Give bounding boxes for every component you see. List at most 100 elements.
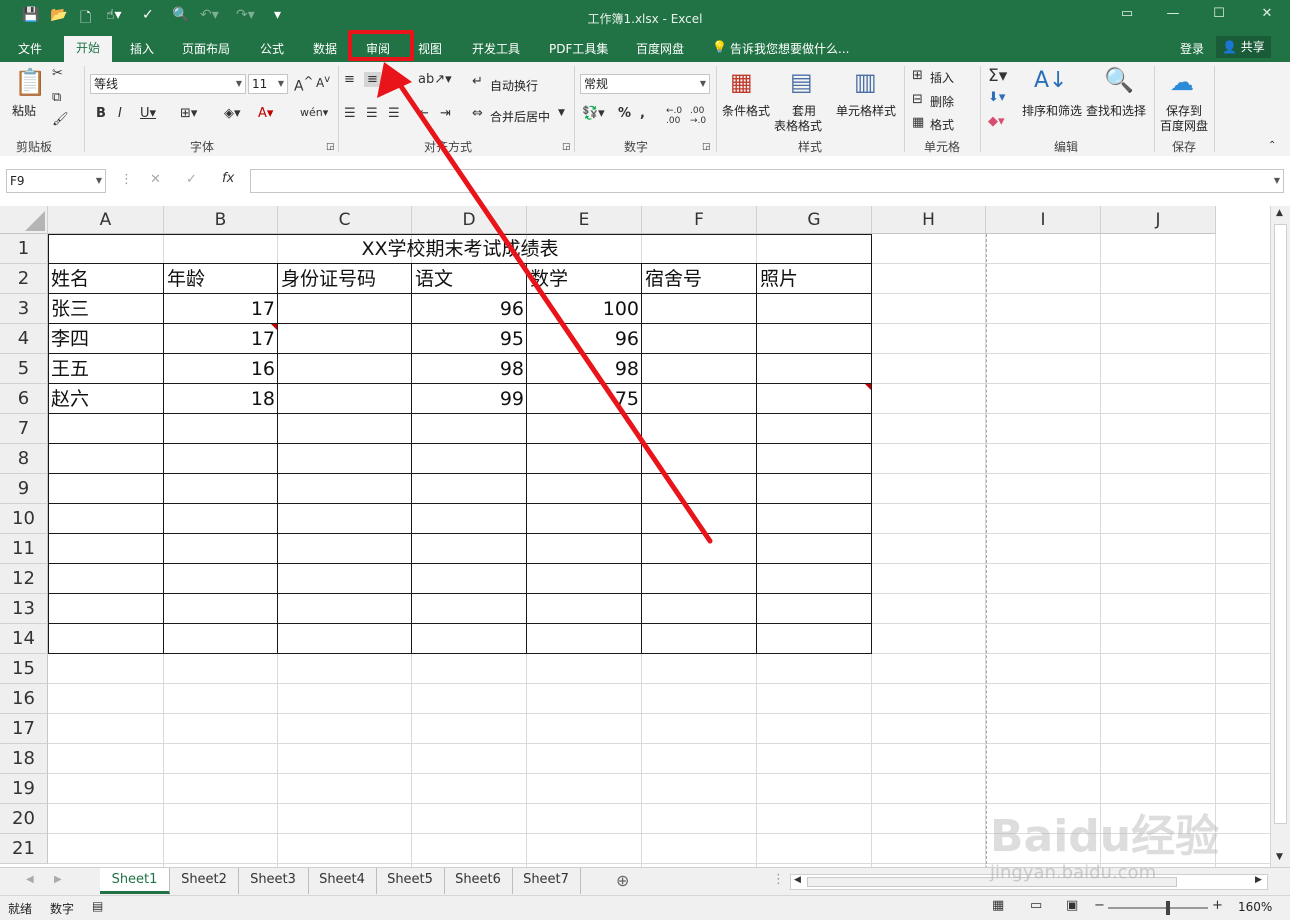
data-cell[interactable]: 18 <box>164 384 278 414</box>
share-button[interactable]: 👤 共享 <box>1216 36 1271 58</box>
comment-indicator[interactable] <box>865 384 871 390</box>
normal-view-icon[interactable]: ▦ <box>992 898 1004 913</box>
conditional-format-button[interactable]: 条件格式 <box>722 102 770 119</box>
bold-icon[interactable]: B <box>96 106 106 121</box>
sheet-tab-sheet1[interactable]: Sheet1 <box>100 868 170 894</box>
data-cell[interactable]: 96 <box>527 324 642 354</box>
row-header-14[interactable]: 14 <box>0 624 48 654</box>
row-header-10[interactable]: 10 <box>0 504 48 534</box>
column-header-i[interactable]: I <box>986 206 1101 234</box>
zoom-in-icon[interactable]: + <box>1212 898 1223 913</box>
column-header-a[interactable]: A <box>48 206 164 234</box>
row-header-8[interactable]: 8 <box>0 444 48 474</box>
increase-font-icon[interactable]: A^ <box>294 74 313 95</box>
sheet-tab-sheet4[interactable]: Sheet4 <box>308 868 377 894</box>
header-cell[interactable]: 照片 <box>757 264 872 294</box>
sheet-tab-sheet7[interactable]: Sheet7 <box>512 868 581 894</box>
sheet-title-cell[interactable]: XX学校期末考试成绩表 <box>48 234 872 264</box>
macro-record-icon[interactable]: ▤ <box>92 899 103 913</box>
enter-icon[interactable]: ✓ <box>186 172 197 187</box>
format-cells-icon[interactable]: ▦ <box>912 115 924 130</box>
merge-center-button[interactable]: 合并后居中 <box>490 108 550 125</box>
data-cell[interactable]: 100 <box>527 294 642 324</box>
save-to-line2[interactable]: 百度网盘 <box>1160 117 1208 134</box>
row-header-5[interactable]: 5 <box>0 354 48 384</box>
paste-icon[interactable]: 📋 <box>14 68 46 98</box>
orientation-icon[interactable]: ab↗▾ <box>418 72 452 87</box>
clear-icon[interactable]: ◆▾ <box>988 114 1005 129</box>
data-cell[interactable] <box>757 354 872 384</box>
paste-button-label[interactable]: 粘贴 <box>12 102 36 119</box>
zoom-slider-thumb[interactable] <box>1166 901 1170 915</box>
data-cell[interactable]: 16 <box>164 354 278 384</box>
column-header-j[interactable]: J <box>1101 206 1216 234</box>
conditional-format-icon[interactable]: ▦ <box>730 68 753 96</box>
header-cell[interactable]: 姓名 <box>48 264 164 294</box>
data-cell[interactable]: 17 <box>164 294 278 324</box>
sheet-tab-sheet2[interactable]: Sheet2 <box>170 868 239 894</box>
row-header-18[interactable]: 18 <box>0 744 48 774</box>
header-cell[interactable]: 宿舍号 <box>642 264 757 294</box>
decrease-decimal-icon[interactable]: .00 →.0 <box>690 106 706 126</box>
increase-decimal-icon[interactable]: ←.0.00 <box>666 106 682 126</box>
row-header-20[interactable]: 20 <box>0 804 48 834</box>
login-link[interactable]: 登录 <box>1180 40 1204 57</box>
percent-icon[interactable]: % <box>618 106 631 121</box>
add-sheet-icon[interactable]: ⊕ <box>616 871 629 890</box>
font-size-select[interactable]: 11 ▼ <box>248 74 288 94</box>
decrease-font-icon[interactable]: Av <box>316 74 330 90</box>
data-cell[interactable] <box>278 384 412 414</box>
fill-color-icon[interactable]: ◈▾ <box>224 106 241 121</box>
data-cell[interactable]: 95 <box>412 324 527 354</box>
data-cell[interactable] <box>278 354 412 384</box>
data-cell[interactable]: 17 <box>164 324 278 354</box>
underline-icon[interactable]: U▾ <box>140 106 156 121</box>
minimize-icon[interactable]: — <box>1158 6 1188 21</box>
column-header-b[interactable]: B <box>164 206 278 234</box>
close-icon[interactable]: ✕ <box>1252 6 1282 21</box>
data-cell[interactable]: 75 <box>527 384 642 414</box>
row-header-7[interactable]: 7 <box>0 414 48 444</box>
tab-baidu-netdisk[interactable]: 百度网盘 <box>636 40 684 57</box>
comma-style-icon[interactable]: , <box>640 106 645 121</box>
tell-me-box[interactable]: 告诉我您想要做什么... <box>730 40 849 57</box>
tab-view[interactable]: 视图 <box>418 40 442 57</box>
delete-cells-button[interactable]: 删除 <box>930 93 954 110</box>
cell-styles-icon[interactable]: ▥ <box>854 68 877 96</box>
column-header-f[interactable]: F <box>642 206 757 234</box>
data-cell[interactable] <box>757 384 872 414</box>
align-bottom-icon[interactable]: ≡ <box>388 72 399 87</box>
page-break-view-icon[interactable]: ▣ <box>1066 898 1078 913</box>
row-header-12[interactable]: 12 <box>0 564 48 594</box>
baidu-cloud-icon[interactable]: ☁ <box>1170 68 1194 96</box>
maximize-icon[interactable]: ☐ <box>1204 6 1234 21</box>
zoom-slider[interactable] <box>1108 907 1208 909</box>
column-header-e[interactable]: E <box>527 206 642 234</box>
row-header-19[interactable]: 19 <box>0 774 48 804</box>
align-left-icon[interactable]: ☰ <box>344 106 356 121</box>
row-header-17[interactable]: 17 <box>0 714 48 744</box>
data-cell[interactable] <box>642 294 757 324</box>
collapse-ribbon-icon[interactable]: ⌃ <box>1268 140 1276 151</box>
merge-center-icon[interactable]: ⇔ <box>472 106 483 121</box>
sort-filter-icon[interactable]: A↓ <box>1034 68 1067 93</box>
phonetic-icon[interactable]: wén▾ <box>300 106 328 119</box>
cell-styles-button[interactable]: 单元格样式 <box>836 102 896 119</box>
wrap-text-button[interactable]: 自动换行 <box>490 77 538 94</box>
tab-file[interactable]: 文件 <box>18 40 42 57</box>
autosum-icon[interactable]: Σ▾ <box>988 66 1007 86</box>
align-right-icon[interactable]: ☰ <box>388 106 400 121</box>
prev-sheet-icon[interactable]: ◀ <box>26 874 34 885</box>
sheet-tab-sheet3[interactable]: Sheet3 <box>238 868 309 894</box>
data-cell[interactable] <box>642 354 757 384</box>
header-cell[interactable]: 身份证号码 <box>278 264 412 294</box>
dialog-launcher-icon[interactable]: ◲ <box>326 142 335 152</box>
font-name-select[interactable]: 等线 ▼ <box>90 74 246 94</box>
find-select-button[interactable]: 查找和选择 <box>1086 102 1146 119</box>
find-select-icon[interactable]: 🔍 <box>1104 66 1134 94</box>
data-cell[interactable] <box>757 324 872 354</box>
delete-cells-icon[interactable]: ⊟ <box>912 92 923 107</box>
column-header-g[interactable]: G <box>757 206 872 234</box>
row-header-21[interactable]: 21 <box>0 834 48 864</box>
cancel-icon[interactable]: ✕ <box>150 172 161 187</box>
